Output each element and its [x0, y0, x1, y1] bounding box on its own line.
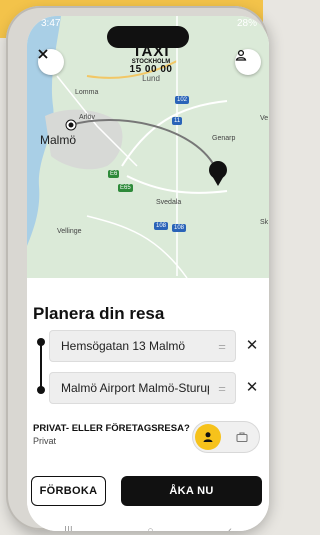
page-title: Planera din resa	[33, 304, 165, 323]
status-time: 3:47	[41, 18, 61, 29]
map-view[interactable]: 3:47 28% TAXI STOCKHOLM 15 00 00 Lund Lo…	[27, 16, 269, 278]
logo-line-1: TAXI	[132, 43, 170, 60]
map-label-vellinge: Vellinge	[57, 228, 82, 235]
destination-marker-icon	[37, 386, 45, 394]
briefcase-icon	[236, 432, 248, 443]
app-screen: 3:47 28% TAXI STOCKHOLM 15 00 00 Lund Lo…	[27, 16, 269, 531]
trip-purpose-label: PRIVAT- ELLER FÖRETAGSRESA?	[33, 423, 190, 434]
road-shield-102: 102	[175, 96, 190, 104]
map-label-ve: Ve	[260, 115, 269, 122]
remove-destination-button[interactable]: ✕	[243, 378, 261, 396]
trip-planner-sheet: Planera din resa Hemsögatan 13 Malmö = ✕…	[27, 278, 269, 531]
phone-frame: 3:47 28% TAXI STOCKHOLM 15 00 00 Lund Lo…	[6, 6, 269, 531]
road-shield-e65: E65	[118, 184, 133, 192]
taxi-logo: TAXI STOCKHOLM 15 00 00 Lund	[121, 44, 181, 83]
road-shield-e6: E6	[108, 170, 120, 178]
drag-handle-icon[interactable]: =	[209, 381, 235, 396]
ride-now-button[interactable]: ÅKA NU	[121, 476, 262, 506]
logo-line-4: Lund	[142, 74, 160, 83]
remove-origin-button[interactable]: ✕	[243, 336, 261, 354]
system-nav-bar: ||| ○ ‹	[27, 522, 269, 531]
close-button[interactable]	[38, 49, 64, 75]
status-battery: 28%	[236, 18, 257, 29]
destination-address: Malmö Airport Malmö-Sturup	[61, 381, 209, 395]
road-shield-108: 108	[154, 222, 169, 230]
map-label-sk: Sk	[260, 219, 269, 226]
road-shield-108b: 108	[172, 224, 187, 232]
map-label-svedala: Svedala	[156, 199, 182, 206]
map-label-genarp: Genarp	[212, 135, 236, 142]
profile-button[interactable]	[235, 49, 261, 75]
drag-handle-icon[interactable]: =	[209, 339, 235, 354]
person-icon	[203, 432, 213, 442]
close-icon	[38, 49, 48, 59]
trip-purpose-value: Privat	[33, 436, 57, 446]
trip-purpose-toggle[interactable]	[192, 421, 260, 453]
prebook-button[interactable]: FÖRBOKA	[31, 476, 106, 506]
destination-field[interactable]: Malmö Airport Malmö-Sturup =	[49, 372, 236, 404]
origin-marker-icon	[37, 338, 45, 346]
map-label-lomma: Lomma	[75, 89, 99, 96]
business-option[interactable]	[229, 424, 255, 450]
origin-field[interactable]: Hemsögatan 13 Malmö =	[49, 330, 236, 362]
route-connector-line	[40, 342, 42, 388]
home-button[interactable]: ○	[147, 525, 154, 531]
back-button[interactable]: ‹	[228, 525, 232, 531]
map-label-malmo: Malmö	[40, 133, 77, 147]
private-option[interactable]	[195, 424, 221, 450]
origin-address: Hemsögatan 13 Malmö	[61, 339, 186, 353]
person-icon	[235, 49, 247, 61]
road-shield-11: 11	[172, 117, 183, 125]
recent-apps-button[interactable]: |||	[64, 525, 73, 531]
map-label-arlov: Arlöv	[79, 114, 95, 121]
